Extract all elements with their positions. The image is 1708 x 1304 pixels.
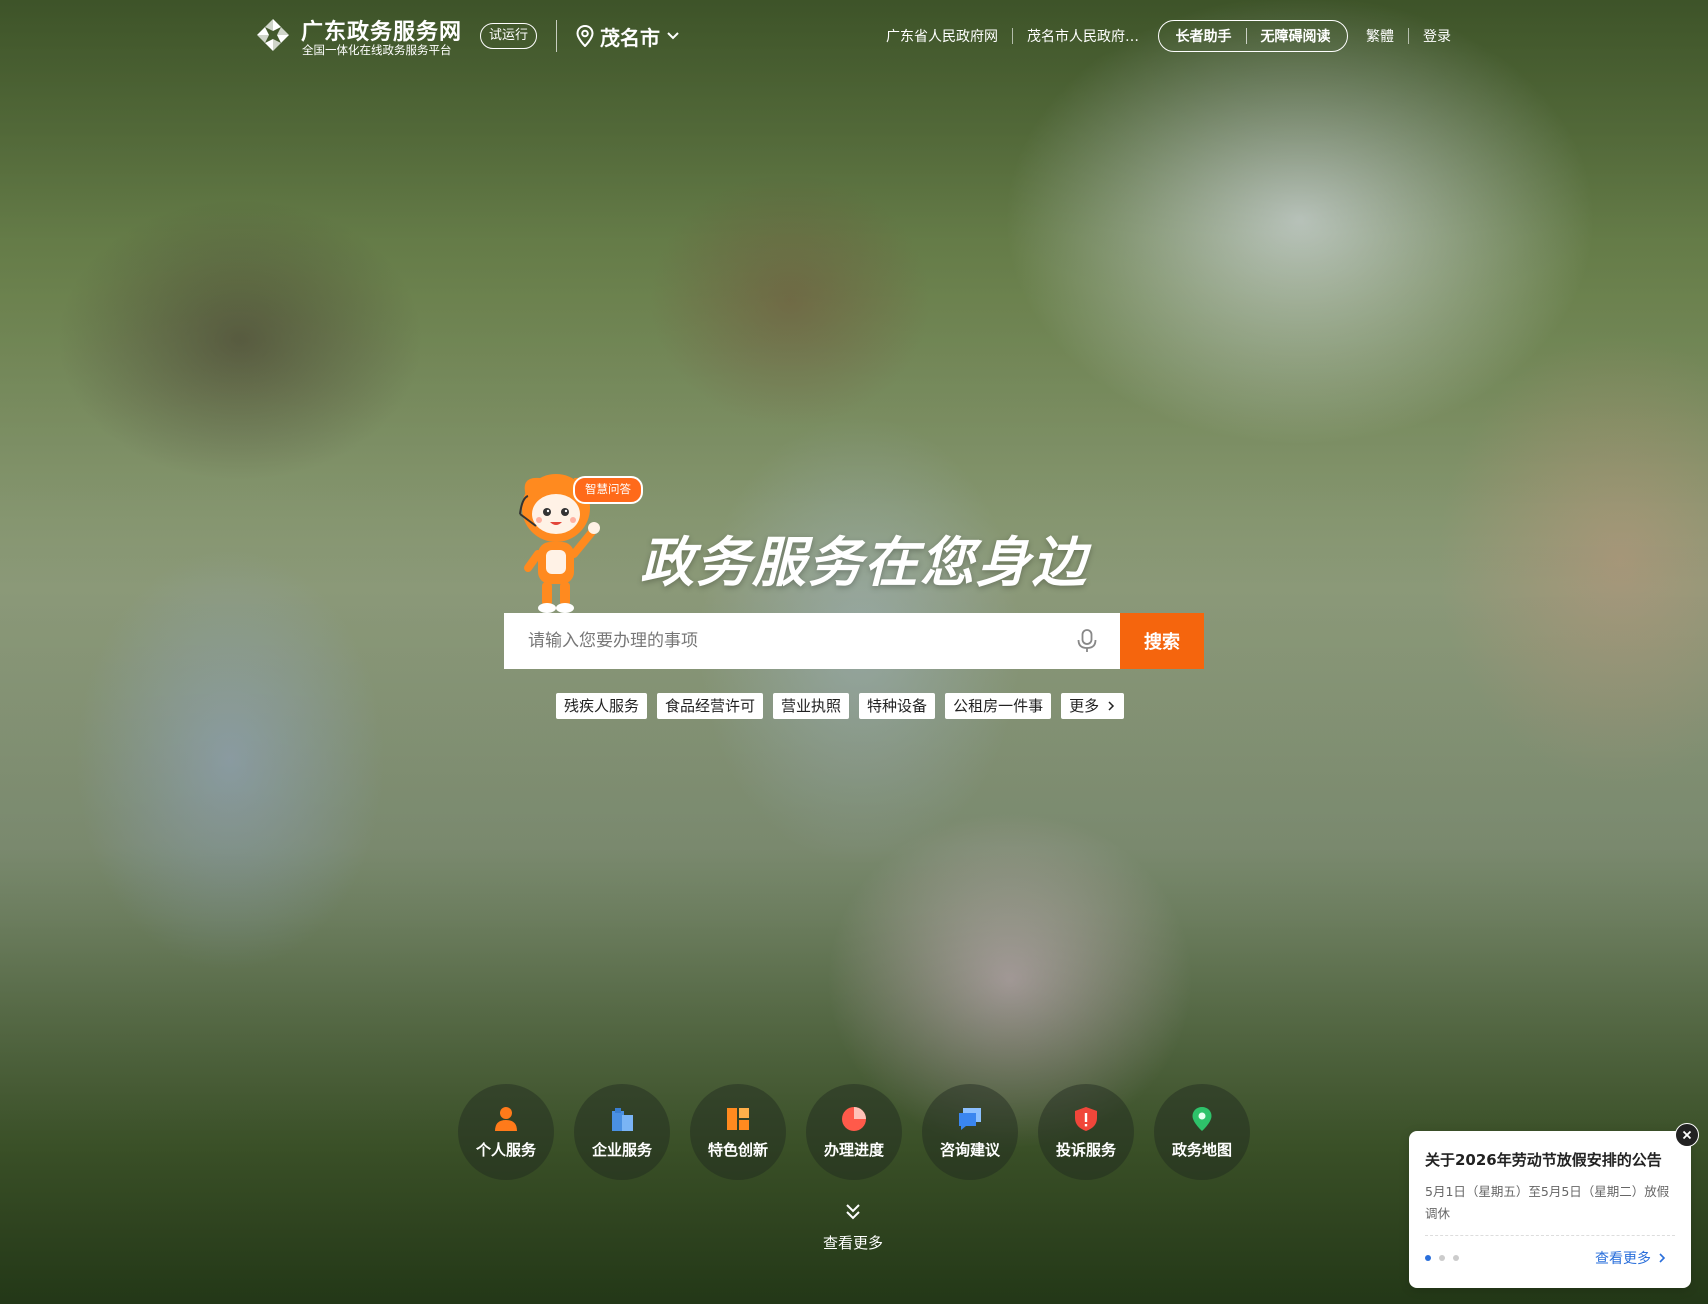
- link-provincial-gov[interactable]: 广东省人民政府网: [886, 26, 998, 46]
- service-innovation[interactable]: 特色创新: [690, 1084, 786, 1180]
- elder-assistant-button[interactable]: 长者助手: [1176, 26, 1232, 46]
- chevron-right-icon: [1659, 1253, 1666, 1263]
- grid-icon: [727, 1107, 749, 1130]
- notice-pagination: [1425, 1255, 1459, 1261]
- service-label: 企业服务: [591, 1140, 652, 1159]
- city-name: 茂名市: [600, 25, 660, 50]
- hot-tag-disabled-services[interactable]: 残疾人服务: [556, 693, 648, 719]
- view-more-label: 查看更多: [822, 1234, 883, 1252]
- accessibility-group: 长者助手 无障碍阅读: [1158, 20, 1348, 52]
- hot-tag-food-license[interactable]: 食品经营许可: [657, 693, 764, 719]
- top-bar: 广东政务服务网 全国一体化在线政务服务平台 试运行 茂名市 广东省人民政府网 茂…: [0, 0, 1708, 72]
- notice-more-label: 查看更多: [1595, 1251, 1651, 1267]
- link-city-gov[interactable]: 茂名市人民政府…: [1027, 26, 1139, 46]
- hot-search-tags: 残疾人服务 食品经营许可 营业执照 特种设备 公租房一件事 更多: [556, 693, 1124, 719]
- service-personal[interactable]: 个人服务: [458, 1084, 554, 1180]
- notice-card: 关于2026年劳动节放假安排的公告 5月1日（星期五）至5月5日（星期二）放假调…: [1409, 1131, 1691, 1288]
- location-pin-icon: [576, 25, 594, 47]
- header-divider: [556, 20, 557, 52]
- gov-links: 广东省人民政府网 茂名市人民政府…: [886, 26, 1139, 46]
- service-label: 投诉服务: [1055, 1140, 1116, 1159]
- hot-tag-special-equipment[interactable]: 特种设备: [859, 693, 936, 719]
- shield-alert-icon: [1075, 1106, 1097, 1131]
- notice-more-link[interactable]: 查看更多: [1595, 1248, 1667, 1268]
- notice-dot[interactable]: [1439, 1255, 1445, 1261]
- notice-close-button[interactable]: [1675, 1123, 1699, 1147]
- person-icon: [495, 1106, 517, 1131]
- hot-tag-more[interactable]: 更多: [1061, 693, 1124, 719]
- service-complaint[interactable]: 投诉服务: [1038, 1084, 1134, 1180]
- service-consult[interactable]: 咨询建议: [922, 1084, 1018, 1180]
- close-icon: [1682, 1130, 1692, 1140]
- access-separator: [1245, 28, 1247, 44]
- service-label: 咨询建议: [939, 1140, 1000, 1159]
- site-subtitle: 全国一体化在线政务服务平台: [302, 43, 452, 57]
- service-label: 特色创新: [707, 1140, 768, 1159]
- chevron-down-icon: [667, 32, 679, 40]
- service-entries: 个人服务 企业服务 特色创新 办理进度 咨询建议 投诉服务 政务地图: [458, 1084, 1250, 1180]
- traditional-chinese-button[interactable]: 繁體: [1366, 26, 1394, 46]
- service-progress[interactable]: 办理进度: [806, 1084, 902, 1180]
- pie-chart-icon: [842, 1106, 866, 1131]
- service-label: 办理进度: [823, 1140, 884, 1159]
- service-map[interactable]: 政务地图: [1154, 1084, 1250, 1180]
- search-input[interactable]: [504, 613, 1120, 669]
- accessible-reading-button[interactable]: 无障碍阅读: [1261, 26, 1331, 46]
- hot-tag-more-label: 更多: [1069, 697, 1100, 715]
- link-separator: [1012, 28, 1013, 44]
- chat-bubble-icon: [959, 1107, 981, 1130]
- building-icon: [612, 1107, 633, 1131]
- search-bar: 搜索: [504, 613, 1204, 669]
- service-enterprise[interactable]: 企业服务: [574, 1084, 670, 1180]
- hot-tag-business-license[interactable]: 营业执照: [773, 693, 850, 719]
- notice-dot[interactable]: [1453, 1255, 1459, 1261]
- notice-title[interactable]: 关于2026年劳动节放假安排的公告: [1425, 1149, 1662, 1170]
- service-label: 个人服务: [475, 1140, 536, 1159]
- user-links: 繁體 登录: [1366, 26, 1451, 46]
- notice-divider: [1425, 1235, 1675, 1236]
- hero-slogan: 政务服务在您身边: [640, 531, 1088, 594]
- view-more-button[interactable]: 查看更多: [808, 1202, 898, 1253]
- notice-body: 5月1日（星期五）至5月5日（星期二）放假调休: [1425, 1184, 1670, 1221]
- double-chevron-down-icon: [846, 1204, 860, 1220]
- smart-qa-tag[interactable]: 智慧问答: [573, 476, 643, 504]
- service-label: 政务地图: [1171, 1140, 1232, 1159]
- hot-tag-public-housing[interactable]: 公租房一件事: [945, 693, 1052, 719]
- user-link-separator: [1408, 28, 1409, 44]
- chevron-right-icon: [1108, 701, 1114, 711]
- map-pin-icon: [1192, 1106, 1212, 1131]
- trial-badge: 试运行: [480, 23, 538, 49]
- notice-dot[interactable]: [1425, 1255, 1431, 1261]
- search-button[interactable]: 搜索: [1120, 613, 1204, 669]
- login-button[interactable]: 登录: [1423, 26, 1451, 46]
- microphone-icon[interactable]: [1075, 628, 1099, 654]
- city-selector[interactable]: 茂名市: [576, 22, 680, 50]
- site-logo-icon[interactable]: [255, 17, 291, 53]
